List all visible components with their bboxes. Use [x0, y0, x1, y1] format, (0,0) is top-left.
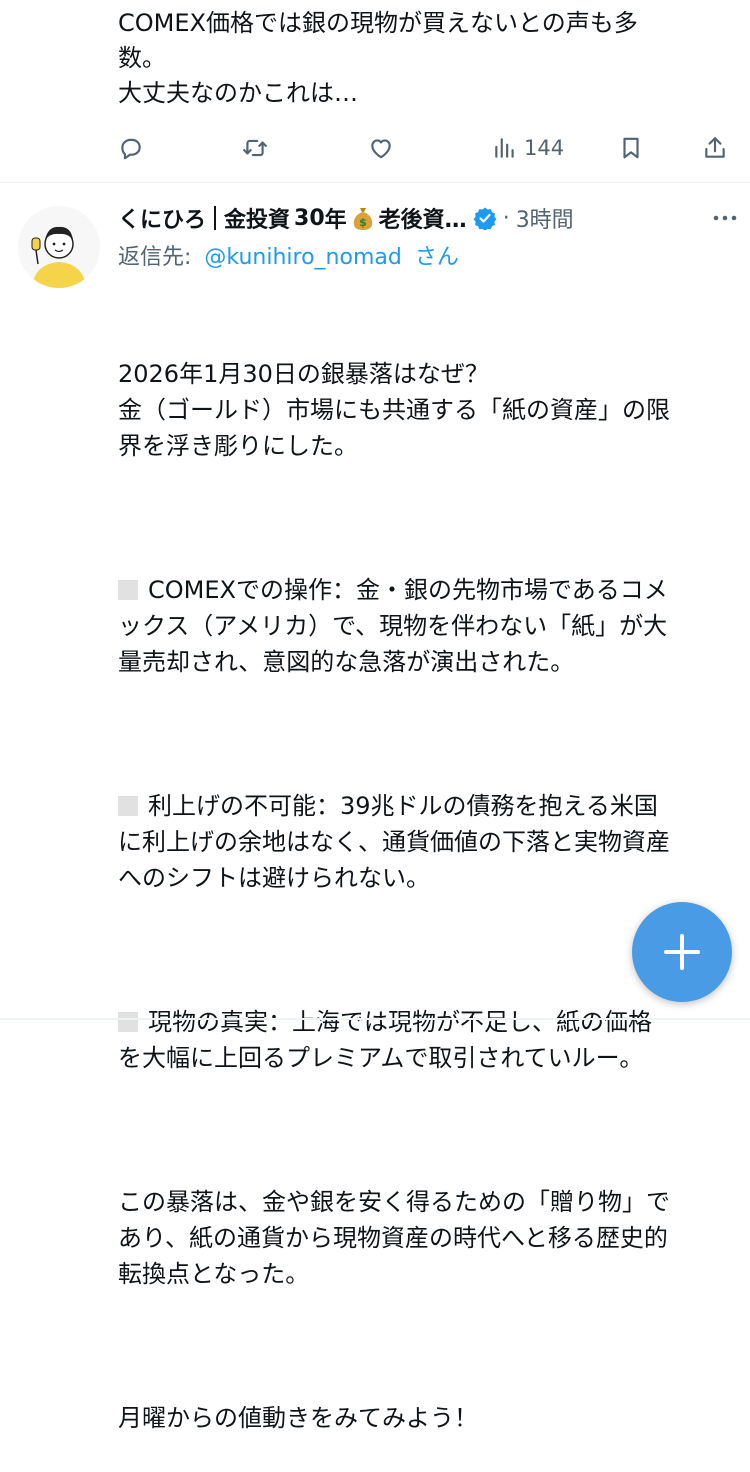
tweet-paragraph-3-text: 利上げの不可能：39兆ドルの債務を抱える米国 に利上げの余地はなく、通貨価値の下…	[118, 792, 670, 892]
name-separator	[214, 206, 217, 230]
views-count: 144	[524, 136, 565, 160]
tweet-paragraph-6: 月曜からの値動きをみてみよう！	[118, 1404, 478, 1432]
tweet-paragraph-3: 利上げの不可能：39兆ドルの債務を抱える米国 に利上げの余地はなく、通貨価値の下…	[118, 788, 733, 896]
tweet-time[interactable]: 3時間	[516, 202, 574, 234]
tweet-paragraph-2-text: COMEXでの操作：金・銀の先物市場であるコメ ックス（アメリカ）で、現物を伴わ…	[118, 576, 668, 676]
reply-icon	[121, 138, 141, 160]
reply-button[interactable]	[118, 128, 144, 168]
heart-icon	[371, 139, 391, 159]
reply-to-line: 返信先: @kunihiro_nomad さん	[118, 240, 459, 276]
share-button[interactable]	[702, 128, 728, 168]
tweet-paragraph-2: COMEXでの操作：金・銀の先物市場であるコメ ックス（アメリカ）で、現物を伴わ…	[118, 572, 733, 680]
display-name-part-4[interactable]: 老後資…	[379, 202, 467, 234]
verified-badge-icon	[473, 207, 497, 230]
views-icon	[495, 138, 514, 158]
compose-fab-button[interactable]	[632, 902, 732, 1002]
bookmark-button[interactable]	[618, 128, 644, 168]
top-tweet-text: COMEX価格では銀の現物が買えないとの声も多 数。 大丈夫なのかこれは…	[118, 9, 638, 107]
avatar-illustration	[18, 206, 100, 288]
display-name[interactable]: くにひろ	[118, 202, 206, 234]
square-bullet-icon	[118, 796, 138, 816]
retweet-button[interactable]	[242, 128, 268, 168]
display-name-part-1[interactable]: 金投資	[224, 202, 290, 234]
more-options-icon[interactable]	[710, 206, 740, 230]
tweet-paragraph-1: 2026年1月30日の銀暴落はなぜ？ 金（ゴールド）市場にも共通する「紙の資産」…	[118, 360, 670, 460]
plus-icon	[664, 934, 700, 970]
reply-to-handle[interactable]: @kunihiro_nomad	[204, 245, 401, 270]
tweet-divider	[0, 182, 750, 183]
avatar[interactable]	[18, 206, 100, 288]
reply-to-label: 返信先:	[118, 245, 192, 270]
display-name-part-2[interactable]: 30	[294, 206, 325, 231]
money-bag-icon: $	[353, 208, 372, 230]
tweet-paragraph-5: この暴落は、金や銀を安く得るための「贈り物」で あり、紙の通貨から現物資産の時代…	[118, 1188, 670, 1288]
reply-tweet-body: 2026年1月30日の銀暴落はなぜ？ 金（ゴールド）市場にも共通する「紙の資産」…	[118, 284, 733, 1472]
svg-text:$: $	[359, 216, 367, 229]
display-name-part-3[interactable]: 年	[325, 202, 347, 234]
share-icon	[705, 137, 725, 158]
like-button[interactable]	[368, 128, 394, 168]
tweet-paragraph-4: 現物の真実：上海では現物が不足し、紙の価格 を大幅に上回るプレミアムで取引されて…	[118, 1004, 733, 1076]
time-separator: ·	[502, 205, 510, 231]
square-bullet-icon	[118, 580, 138, 600]
views-button[interactable]: 144	[492, 128, 564, 168]
retweet-icon	[243, 139, 267, 157]
square-bullet-icon	[118, 1012, 138, 1032]
reply-to-suffix: さん	[414, 245, 459, 270]
reply-tweet-header: くにひろ 金投資 30 年 $ 老後資… · 3時間	[118, 198, 748, 238]
bookmark-icon	[623, 137, 639, 159]
top-tweet-action-bar: 144	[118, 128, 728, 168]
